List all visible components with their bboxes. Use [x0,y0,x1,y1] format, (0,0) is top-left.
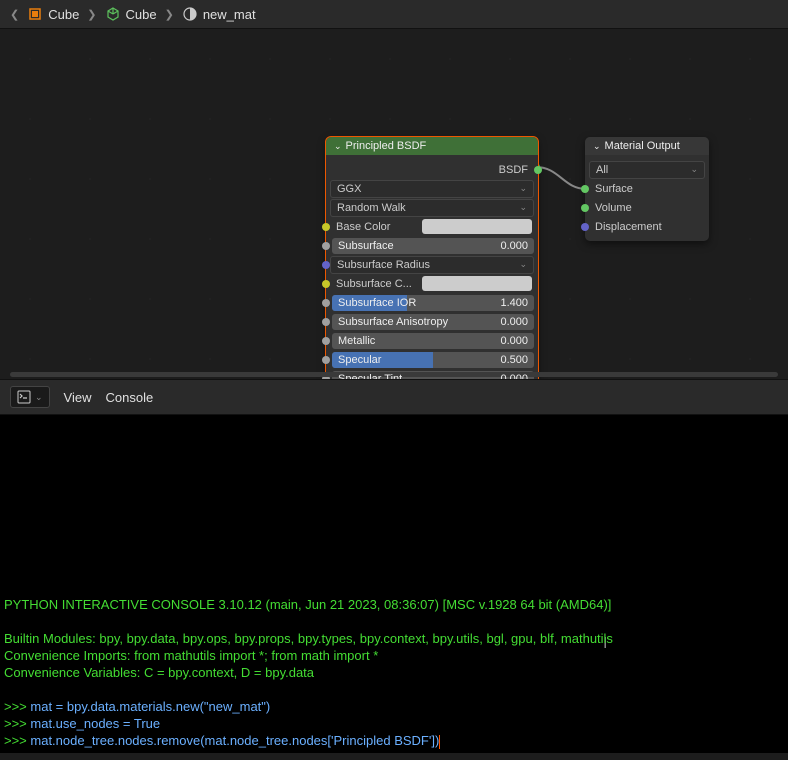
socket-subsurface-radius[interactable] [322,261,330,269]
slider-label: Metallic [338,335,375,347]
subsurface-slider[interactable]: Subsurface 0.000 [332,238,534,254]
console-header: ⌄ View Console [0,379,788,415]
chevron-down-icon: ⌄ [519,259,527,270]
console-builtin: Builtin Modules: bpy, bpy.data, bpy.ops,… [4,630,784,647]
breadcrumb-label: new_mat [203,7,256,22]
console-input-line[interactable]: >>> mat.node_tree.nodes.remove(mat.node_… [4,732,784,749]
material-icon [182,6,198,22]
console-icon [17,390,31,404]
chevron-down-icon: ⌄ [690,164,698,175]
socket-subsurface-ior[interactable] [322,299,330,307]
input-label: Subsurface C... [330,278,418,290]
select-value: Subsurface Radius [337,259,430,271]
console-conv-imports: Convenience Imports: from mathutils impo… [4,647,784,664]
input-label: Surface [589,183,705,195]
node-header[interactable]: ⌄ Material Output [585,137,709,155]
sss-method-select[interactable]: Random Walk ⌄ [330,199,534,217]
socket-base-color[interactable] [322,223,330,231]
input-label: Volume [589,202,705,214]
metallic-slider[interactable]: Metallic 0.000 [332,333,534,349]
chevron-icon: ❯ [165,8,174,21]
editor-type-select[interactable]: ⌄ [10,386,50,408]
menu-view[interactable]: View [64,390,92,405]
console-body[interactable]: I PYTHON INTERACTIVE CONSOLE 3.10.12 (ma… [0,415,788,753]
slider-label: Specular Tint [338,373,402,380]
node-title: Principled BSDF [346,140,427,152]
socket-surface[interactable] [581,185,589,193]
input-label: Displacement [589,221,705,233]
socket-metallic[interactable] [322,337,330,345]
socket-displacement[interactable] [581,223,589,231]
chevron-down-icon: ⌄ [35,392,43,403]
console-banner: PYTHON INTERACTIVE CONSOLE 3.10.12 (main… [4,596,784,613]
object-icon [27,6,43,22]
slider-value: 0.000 [500,240,528,252]
slider-value: 0.000 [500,335,528,347]
subsurface-ior-slider[interactable]: Subsurface IOR 1.400 [332,295,534,311]
subsurface-color-swatch[interactable] [422,276,532,291]
collapse-icon[interactable]: ⌄ [334,141,342,152]
socket-volume[interactable] [581,204,589,212]
target-select[interactable]: All ⌄ [589,161,705,179]
select-value: GGX [337,183,361,195]
slider-value: 0.500 [500,354,528,366]
cursor [439,735,440,749]
node-header[interactable]: ⌄ Principled BSDF [326,137,538,155]
select-value: All [596,164,608,176]
slider-label: Specular [338,354,381,366]
chevron-down-icon: ⌄ [519,183,527,194]
console-conv-vars: Convenience Variables: C = bpy.context, … [4,664,784,681]
socket-subsurface[interactable] [322,242,330,250]
distribution-select[interactable]: GGX ⌄ [330,180,534,198]
node-editor[interactable]: ⌄ Principled BSDF BSDF GGX ⌄ Random Walk ⌄… [0,29,788,379]
slider-label: Subsurface Anisotropy [338,316,448,328]
breadcrumb-material[interactable]: new_mat [182,6,256,22]
chevron-icon: ❮ [10,8,19,21]
socket-specular[interactable] [322,356,330,364]
node-title: Material Output [605,140,680,152]
specular-slider[interactable]: Specular 0.500 [332,352,534,368]
socket-bsdf[interactable] [534,166,542,174]
subsurface-radius-select[interactable]: Subsurface Radius ⌄ [330,256,534,274]
slider-label: Subsurface [338,240,394,252]
console-line: >>> mat.use_nodes = True [4,715,784,732]
node-principled-bsdf[interactable]: ⌄ Principled BSDF BSDF GGX ⌄ Random Walk ⌄… [326,137,538,379]
chevron-icon: ❯ [87,8,96,21]
base-color-swatch[interactable] [422,219,532,234]
slider-value: 0.000 [500,373,528,380]
menu-console[interactable]: Console [106,390,154,405]
breadcrumb-label: Cube [126,7,157,22]
output-label: BSDF [330,164,534,176]
collapse-icon[interactable]: ⌄ [593,141,601,152]
slider-value: 1.400 [500,297,528,309]
console-line: >>> mat = bpy.data.materials.new("new_ma… [4,698,784,715]
breadcrumb-label: Cube [48,7,79,22]
breadcrumb: ❮ Cube ❯ Cube ❯ new_mat [0,0,788,29]
chevron-down-icon: ⌄ [519,202,527,213]
node-material-output[interactable]: ⌄ Material Output All ⌄ Surface Volume Di… [585,137,709,241]
socket-subsurface-aniso[interactable] [322,318,330,326]
breadcrumb-object[interactable]: Cube [27,6,79,22]
select-value: Random Walk [337,202,406,214]
slider-value: 0.000 [500,316,528,328]
slider-label: Subsurface IOR [338,297,416,309]
subsurface-aniso-slider[interactable]: Subsurface Anisotropy 0.000 [332,314,534,330]
breadcrumb-mesh[interactable]: Cube [105,6,157,22]
socket-subsurface-color[interactable] [322,280,330,288]
mesh-icon [105,6,121,22]
input-label: Base Color [330,221,418,233]
